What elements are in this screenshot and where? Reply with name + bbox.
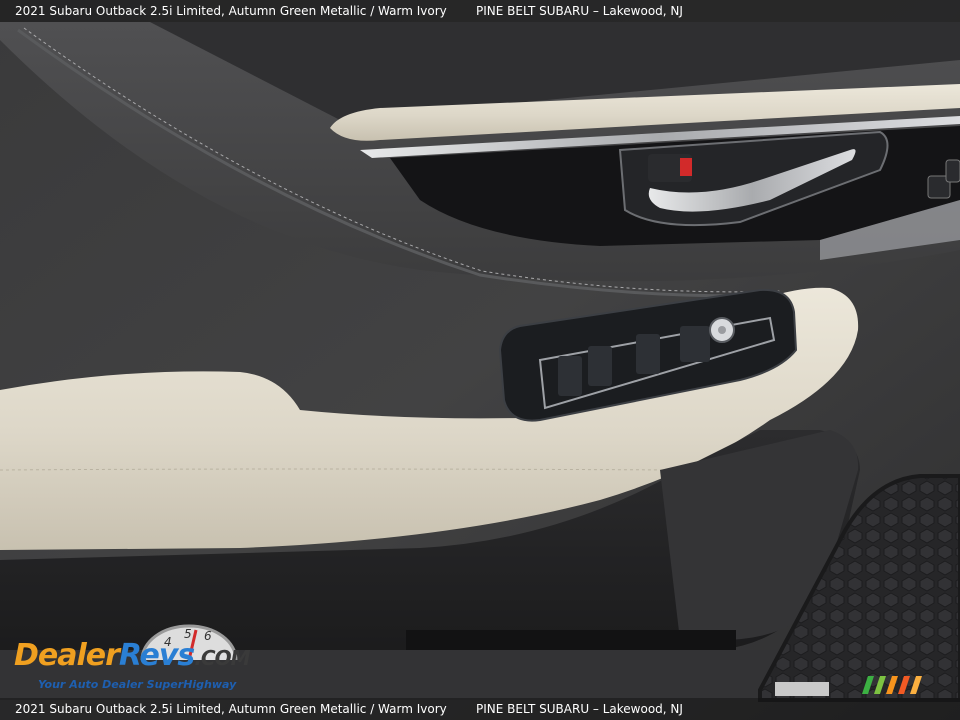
logo-wordmark: DealerRevs.COM — [14, 638, 250, 673]
logo-revs-text: Revs — [118, 638, 195, 673]
dealer-caption: PINE BELT SUBARU – Lakewood, NJ — [476, 702, 683, 716]
harman-kardon-stripes-icon — [862, 676, 922, 694]
caption-bar-top: 2021 Subaru Outback 2.5i Limited, Autumn… — [0, 0, 960, 22]
photo-stage: 2021 Subaru Outback 2.5i Limited, Autumn… — [0, 0, 960, 720]
dealer-caption: PINE BELT SUBARU – Lakewood, NJ — [476, 4, 683, 18]
caption-bar-bottom: 2021 Subaru Outback 2.5i Limited, Autumn… — [0, 698, 960, 720]
logo-tagline: Your Auto Dealer SuperHighway — [38, 678, 237, 691]
dealerrevs-watermark-logo: 4 5 6 DealerRevs.COM Your Auto Dealer Su… — [10, 622, 270, 698]
logo-com-text: .COM — [194, 646, 250, 670]
car-door-interior-photo — [0, 0, 960, 720]
vehicle-caption: 2021 Subaru Outback 2.5i Limited, Autumn… — [15, 702, 447, 716]
logo-dealer-text: Dealer — [14, 638, 120, 673]
vehicle-caption: 2021 Subaru Outback 2.5i Limited, Autumn… — [15, 4, 447, 18]
